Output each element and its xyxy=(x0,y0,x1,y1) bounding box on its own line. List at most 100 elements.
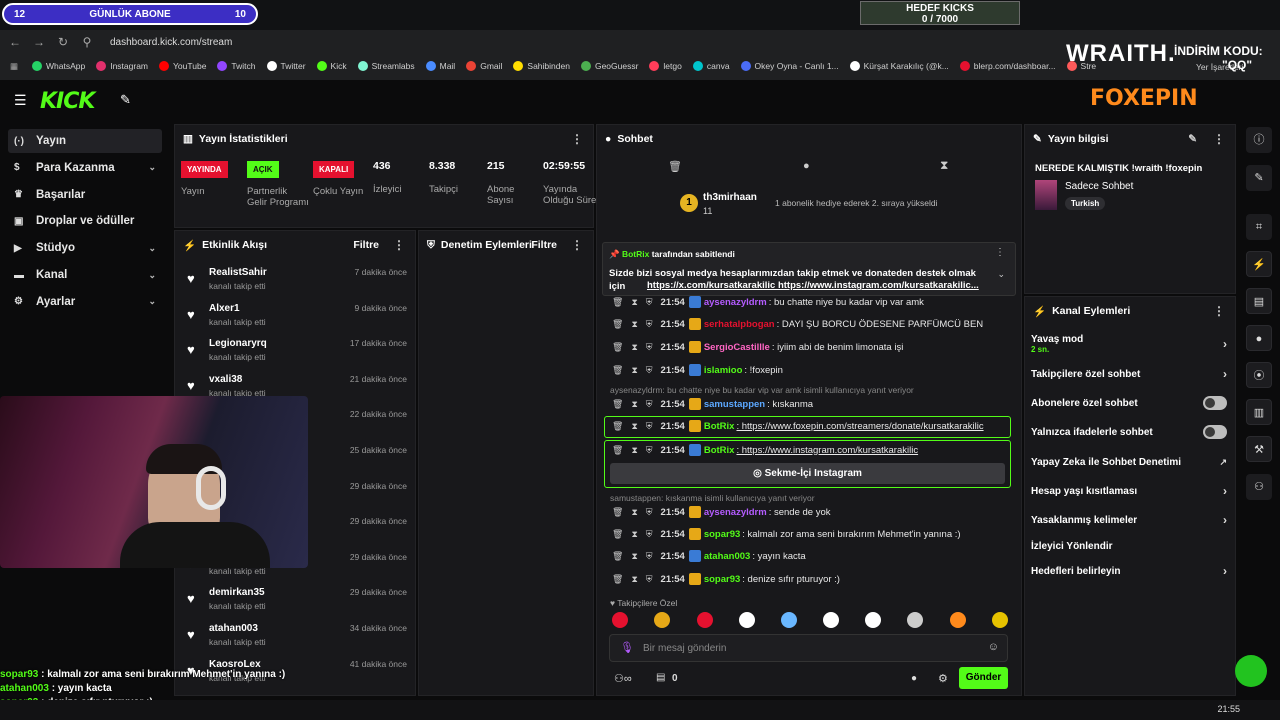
delete-icon[interactable]: 🗑 xyxy=(612,365,623,376)
bookmark-item[interactable]: Streamlabs xyxy=(357,61,415,71)
bookmark-item[interactable]: blerp.com/dashboar... xyxy=(959,61,1056,71)
trash-icon[interactable]: 🗑 xyxy=(668,160,682,173)
ban-icon[interactable]: ⛨ xyxy=(646,342,653,353)
unpin-icon[interactable]: ⋮ xyxy=(995,247,1005,258)
ban-icon[interactable]: ⛨ xyxy=(646,365,653,376)
wrench-icon[interactable]: ⚒ xyxy=(1246,436,1272,462)
status-indicator[interactable] xyxy=(1235,655,1267,687)
menu-icon[interactable]: ☰ xyxy=(14,92,27,109)
channel-actions-menu-icon[interactable]: ⋮ xyxy=(1213,304,1225,318)
back-icon[interactable]: ← xyxy=(6,35,24,49)
events-filter[interactable]: Filtre xyxy=(353,239,379,251)
timeout-icon[interactable]: ⧗ xyxy=(631,297,637,308)
timeout-icon[interactable]: ⧗ xyxy=(631,507,637,518)
event-username[interactable]: vxali38 xyxy=(209,374,242,385)
message-username[interactable]: islamioo xyxy=(704,365,743,376)
emote-icon[interactable] xyxy=(907,612,923,628)
events-menu-icon[interactable]: ⋮ xyxy=(393,238,405,252)
bookmark-item[interactable]: Gmail xyxy=(466,61,502,71)
message-username[interactable]: serhatalpbogan xyxy=(704,319,775,330)
info-icon[interactable]: ⓘ xyxy=(1246,127,1272,153)
ban-icon[interactable]: ⛨ xyxy=(646,297,653,308)
ban-icon[interactable]: ⛨ xyxy=(646,574,653,585)
channel-action-item[interactable]: Yasaklanmış kelimeler › xyxy=(1031,509,1231,531)
channel-action-item[interactable]: Yapay Zeka ile Sohbet Denetimi ↗ xyxy=(1031,451,1231,473)
hourglass-icon[interactable]: ⧗ xyxy=(940,158,948,173)
delete-icon[interactable]: 🗑 xyxy=(612,551,623,562)
timeout-icon[interactable]: ⧗ xyxy=(631,319,637,330)
emote-icon[interactable] xyxy=(697,612,713,628)
event-username[interactable]: Legionaryrq xyxy=(209,338,267,349)
timeout-icon[interactable]: ⧗ xyxy=(631,551,637,562)
crop-icon[interactable]: ⌗ xyxy=(1246,214,1272,240)
timeout-icon[interactable]: ⧗ xyxy=(631,574,637,585)
gear-icon[interactable]: ⚙ xyxy=(938,672,948,685)
ban-icon[interactable]: ⛨ xyxy=(646,551,653,562)
chest-icon[interactable]: ▤ xyxy=(656,672,665,683)
sidebar-item-5[interactable]: ▬ Kanal ⌄ xyxy=(8,263,162,287)
kick-logo[interactable]: KICK xyxy=(40,89,95,114)
bookmark-item[interactable]: Twitch xyxy=(217,61,256,71)
message-username[interactable]: aysenazyldrm xyxy=(704,507,767,518)
timeout-icon[interactable]: ⧗ xyxy=(631,342,637,353)
sidebar-item-0[interactable]: (·) Yayın xyxy=(8,129,162,153)
bolt-icon[interactable]: ⚡ xyxy=(1246,251,1272,277)
bookmark-item[interactable]: Twitter xyxy=(266,61,306,71)
sidebar-item-4[interactable]: ▶ Stüdyo ⌄ xyxy=(8,236,162,260)
emote-icon[interactable] xyxy=(781,612,797,628)
timeout-icon[interactable]: ⧗ xyxy=(631,365,637,376)
emote-icon[interactable] xyxy=(950,612,966,628)
channel-action-item[interactable]: Takipçilere özel sohbet › xyxy=(1031,363,1231,385)
note-icon[interactable]: ▤ xyxy=(1246,288,1272,314)
channel-action-item[interactable]: Hesap yaşı kısıtlaması › xyxy=(1031,480,1231,502)
channel-action-item[interactable]: İzleyici Yönlendir xyxy=(1031,535,1231,557)
ban-icon[interactable]: ⛨ xyxy=(646,319,653,330)
broadcast-icon[interactable]: ⦿ xyxy=(1246,362,1272,388)
slow-mode-row[interactable]: Yavaş mod 2 sn. › xyxy=(1031,333,1231,355)
instagram-tab-button[interactable]: ◎ Sekme-İçi Instagram xyxy=(610,463,1005,484)
ban-icon[interactable]: ⛨ xyxy=(646,529,653,540)
emoji-icon[interactable]: ☺ xyxy=(988,641,999,653)
reload-icon[interactable]: ↻ xyxy=(54,35,72,49)
bookmark-item[interactable]: canva xyxy=(692,61,730,71)
delete-icon[interactable]: 🗑 xyxy=(612,399,623,410)
chat-input[interactable]: 🎙 Bir mesaj gönderin ☺ xyxy=(609,634,1008,662)
emote-icon[interactable] xyxy=(823,612,839,628)
chat-settings-bubble-icon[interactable]: ● xyxy=(911,673,917,684)
forward-icon[interactable]: → xyxy=(30,35,48,49)
stream-info-menu-icon[interactable]: ⋮ xyxy=(1213,132,1225,146)
emote-icon[interactable] xyxy=(992,612,1008,628)
channel-action-item[interactable]: Yalnızca ifadelerle sohbet xyxy=(1031,421,1231,443)
channel-action-item[interactable]: Hedefleri belirleyin › xyxy=(1031,560,1231,582)
users-icon[interactable]: ⚇ xyxy=(1246,474,1272,500)
bookmark-item[interactable]: GeoGuessr xyxy=(580,61,638,71)
emote-icon[interactable] xyxy=(654,612,670,628)
delete-icon[interactable]: 🗑 xyxy=(612,319,623,330)
message-username[interactable]: samustappen xyxy=(704,399,765,410)
apps-icon[interactable]: ▦ xyxy=(10,61,22,72)
delete-icon[interactable]: 🗑 xyxy=(612,529,623,540)
timeout-icon[interactable]: ⧗ xyxy=(631,399,637,410)
message-username[interactable]: sopar93 xyxy=(704,574,740,585)
mic-icon[interactable]: 🎙 xyxy=(620,641,634,654)
bookmark-item[interactable]: Instagram xyxy=(96,61,148,71)
delete-icon[interactable]: 🗑 xyxy=(612,342,623,353)
pin-icon[interactable]: ✎ xyxy=(120,92,131,108)
toggle-switch[interactable] xyxy=(1203,396,1227,410)
collapse-chevron-icon[interactable]: ⌄ xyxy=(997,269,1005,280)
bookmark-item[interactable]: Kürşat Karakılıç (@k... xyxy=(849,61,949,71)
category-name[interactable]: Sadece Sohbet xyxy=(1065,181,1133,192)
delete-icon[interactable]: 🗑 xyxy=(612,507,623,518)
layout-icon[interactable]: ▥ xyxy=(1246,399,1272,425)
bookmark-item[interactable]: Mail xyxy=(425,61,455,71)
site-info-icon[interactable]: ⚲ xyxy=(78,35,96,49)
bookmark-item[interactable]: YouTube xyxy=(159,61,206,71)
moderation-menu-icon[interactable]: ⋮ xyxy=(571,238,583,252)
sidebar-item-3[interactable]: ▣ Droplar ve ödüller xyxy=(8,209,162,233)
event-username[interactable]: RealistSahir xyxy=(209,267,267,278)
moderation-filter[interactable]: Filtre xyxy=(531,239,557,251)
edit-icon[interactable]: ✎ xyxy=(1188,133,1197,145)
message-username[interactable]: aysenazyldrm xyxy=(704,297,767,308)
sidebar-item-6[interactable]: ⚙ Ayarlar ⌄ xyxy=(8,290,162,314)
channel-action-item[interactable]: Abonelere özel sohbet xyxy=(1031,392,1231,414)
